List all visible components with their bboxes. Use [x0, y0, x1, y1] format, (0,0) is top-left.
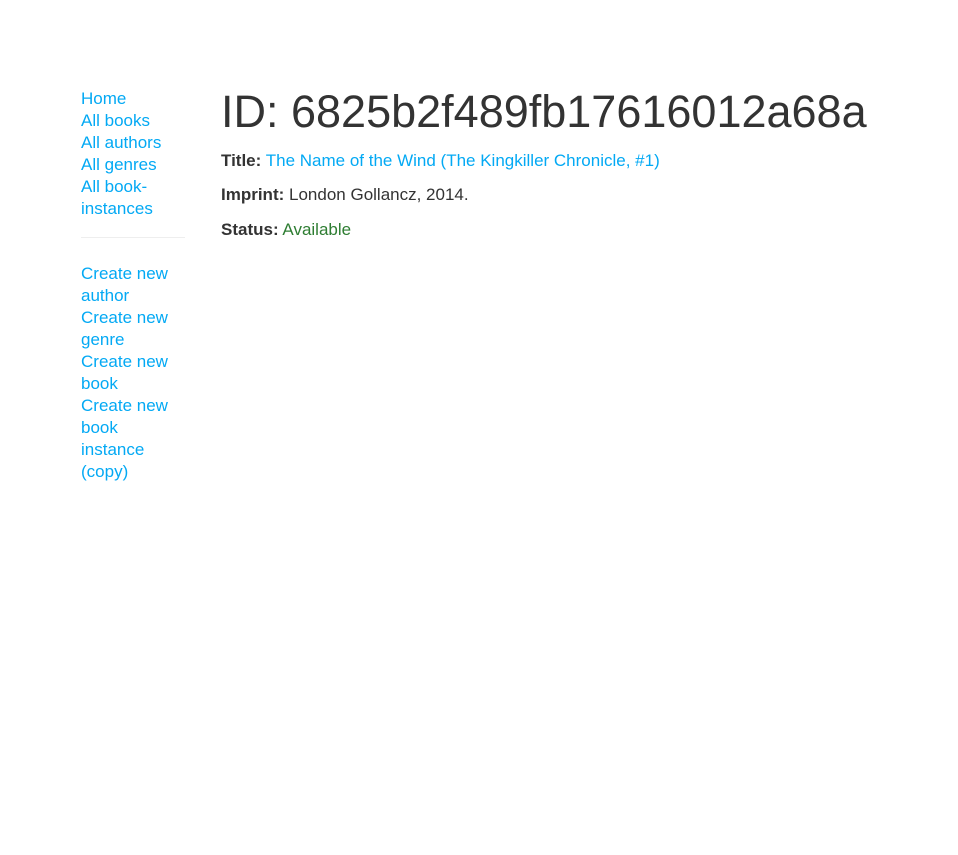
nav-item-create-genre: Create new genre [81, 307, 185, 351]
status-value: Available [282, 220, 352, 239]
nav-item-all-books: All books [81, 110, 185, 132]
nav-item-home: Home [81, 88, 185, 110]
primary-nav-list: Home All books All authors All genres Al… [81, 88, 185, 220]
nav-item-create-book-instance: Create new book instance (copy) [81, 395, 185, 483]
title-label: Title: [221, 151, 262, 170]
nav-divider [81, 237, 185, 238]
create-nav-list: Create new author Create new genre Creat… [81, 263, 185, 483]
create-genre-link[interactable]: Create new genre [81, 308, 168, 349]
status-label: Status: [221, 220, 279, 239]
all-authors-link[interactable]: All authors [81, 133, 161, 152]
nav-item-create-book: Create new book [81, 351, 185, 395]
nav-item-all-genres: All genres [81, 154, 185, 176]
home-link[interactable]: Home [81, 89, 126, 108]
imprint-label: Imprint: [221, 185, 285, 204]
book-title-field: Title: The Name of the Wind (The Kingkil… [221, 150, 941, 172]
imprint-value: London Gollancz, 2014. [289, 185, 469, 204]
create-book-instance-link[interactable]: Create new book instance (copy) [81, 396, 168, 481]
status-field: Status: Available [221, 219, 941, 241]
book-title-link[interactable]: The Name of the Wind (The Kingkiller Chr… [266, 151, 660, 170]
all-books-link[interactable]: All books [81, 111, 150, 130]
nav-item-create-author: Create new author [81, 263, 185, 307]
create-author-link[interactable]: Create new author [81, 264, 168, 305]
create-book-link[interactable]: Create new book [81, 352, 168, 393]
all-book-instances-link[interactable]: All book-instances [81, 177, 153, 218]
all-genres-link[interactable]: All genres [81, 155, 157, 174]
page-title: ID: 6825b2f489fb17616012a68a [221, 86, 867, 137]
nav-item-all-authors: All authors [81, 132, 185, 154]
main-content: ID: 6825b2f489fb17616012a68a Title: The … [221, 86, 941, 241]
sidebar-nav: Home All books All authors All genres Al… [81, 88, 185, 483]
imprint-field: Imprint: London Gollancz, 2014. [221, 184, 941, 206]
nav-item-all-book-instances: All book-instances [81, 176, 185, 220]
